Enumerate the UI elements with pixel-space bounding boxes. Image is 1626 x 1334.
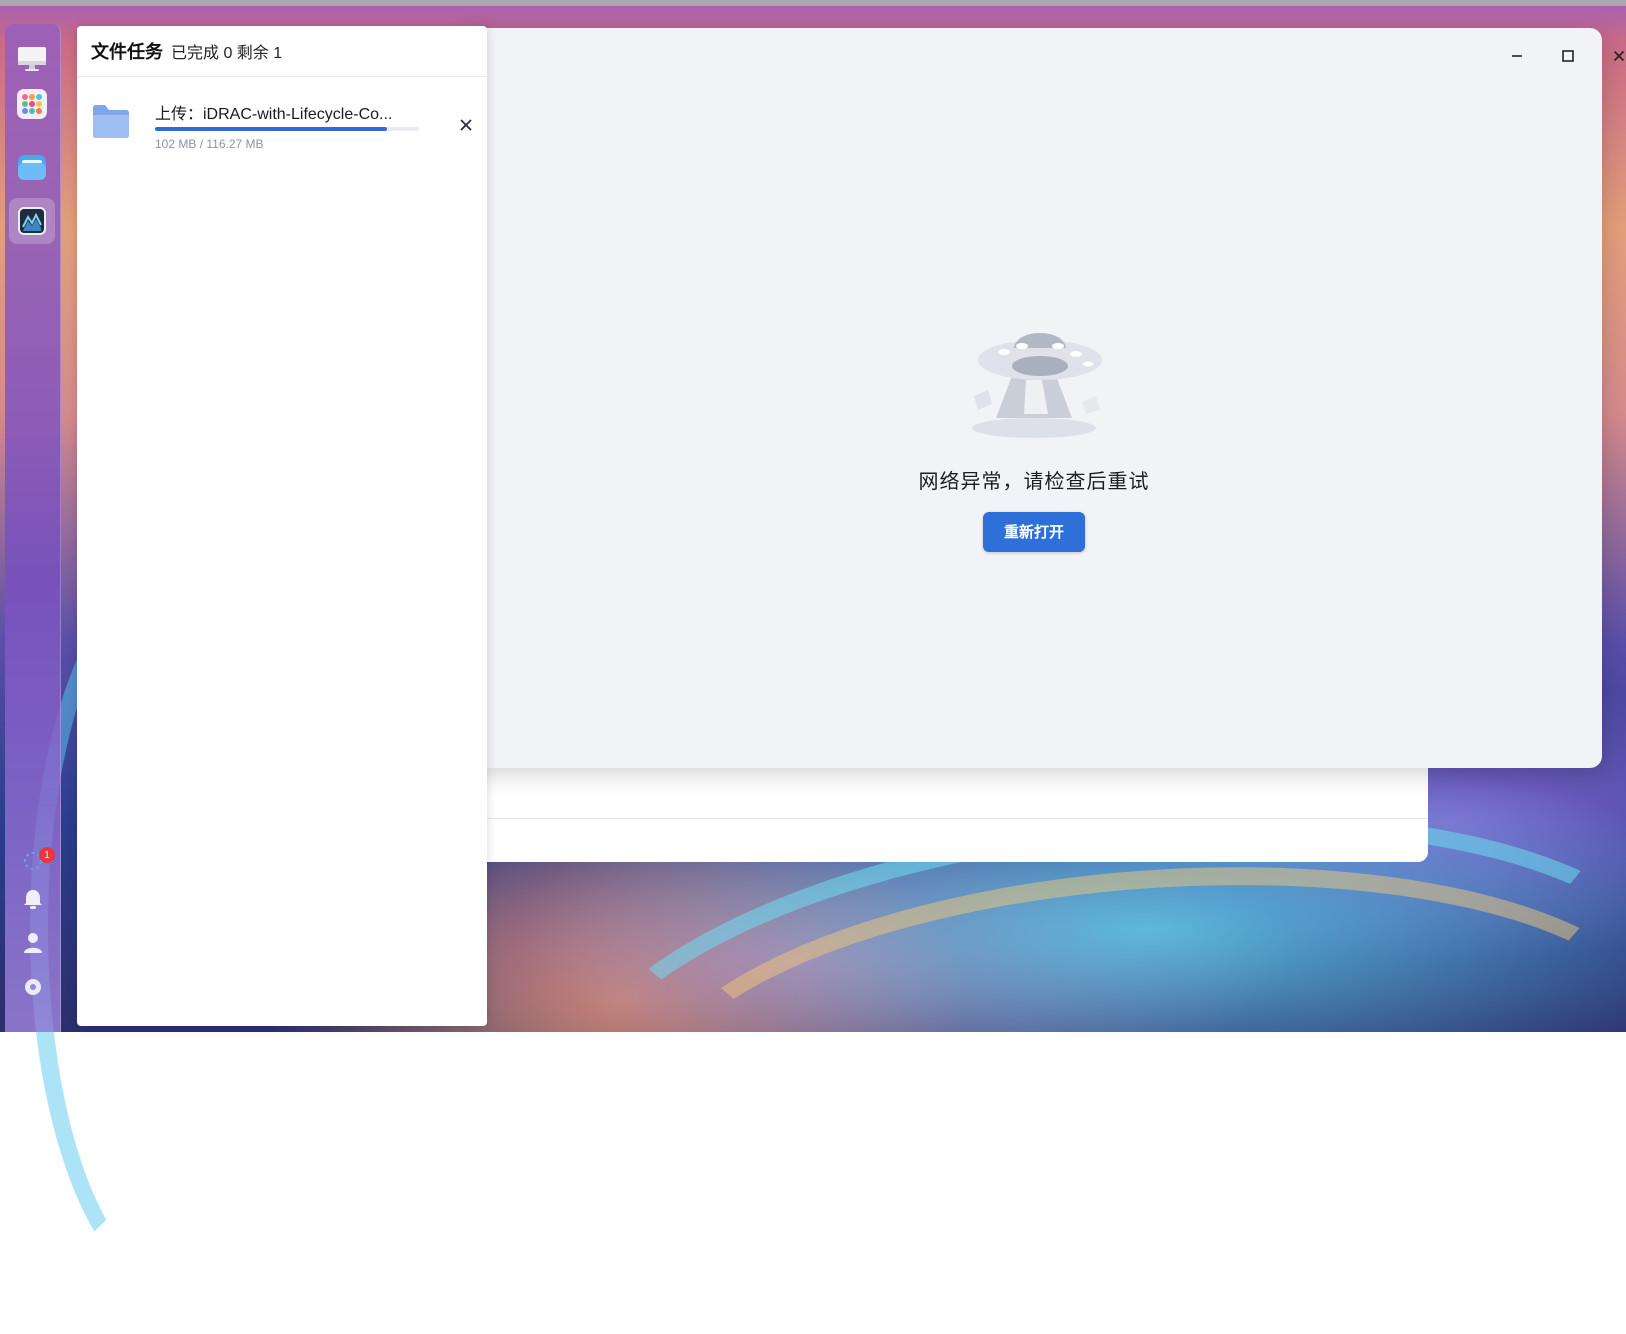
maximize-icon xyxy=(1562,50,1574,62)
reopen-button[interactable]: 重新打开 xyxy=(983,512,1085,552)
resource-monitor-icon xyxy=(18,207,46,235)
close-button[interactable] xyxy=(1605,42,1626,70)
app-window: 网络异常，请检查后重试 重新打开 xyxy=(466,28,1625,768)
close-icon xyxy=(460,119,472,131)
user-icon xyxy=(24,933,42,953)
panel-header: 文件任务 已完成 0 剩余 1 xyxy=(77,26,487,77)
task-name: 上传：iDRAC-with-Lifecycle-Co... xyxy=(155,106,393,123)
dock-item-settings[interactable] xyxy=(22,976,44,998)
dock-item-user[interactable] xyxy=(22,932,44,954)
task-size: 102 MB / 116.27 MB xyxy=(155,137,264,151)
upload-progress-fill xyxy=(155,127,387,131)
task-item: 上传：iDRAC-with-Lifecycle-Co... 102 MB / 1… xyxy=(91,100,472,170)
cancel-task-button[interactable] xyxy=(455,114,477,136)
background-window-card xyxy=(466,760,1428,862)
upload-progress-bar xyxy=(155,127,419,131)
notification-badge: 1 xyxy=(39,847,55,863)
minimize-icon xyxy=(1512,55,1522,57)
dock-item-desktop[interactable] xyxy=(17,44,47,74)
app-launcher-icon xyxy=(22,94,42,114)
error-message: 网络异常，请检查后重试 xyxy=(918,471,1150,493)
dock-item-notifications[interactable] xyxy=(22,888,44,910)
panel-title: 文件任务 xyxy=(91,42,163,62)
dock-item-app-launcher[interactable] xyxy=(17,89,47,119)
card-divider xyxy=(466,818,1428,819)
settings-icon xyxy=(25,979,41,995)
desktop-top-edge xyxy=(0,0,1626,6)
dock-item-resource-monitor[interactable] xyxy=(9,198,55,244)
folder-icon xyxy=(93,105,129,138)
dock-item-file-manager[interactable] xyxy=(17,152,47,182)
file-manager-icon xyxy=(18,155,46,180)
desktop-icon xyxy=(18,47,46,71)
error-state: 网络异常，请检查后重试 重新打开 xyxy=(466,318,1602,552)
dock: 1 xyxy=(5,24,61,1032)
task-count-status: 已完成 0 剩余 1 xyxy=(171,45,283,62)
file-task-panel: 文件任务 已完成 0 剩余 1 上传：iDRAC-with-Lifecycle-… xyxy=(77,26,487,1026)
bell-icon xyxy=(24,890,42,909)
minimize-button[interactable] xyxy=(1503,42,1531,70)
close-icon xyxy=(1613,50,1625,62)
maximize-button[interactable] xyxy=(1554,42,1582,70)
ufo-icon xyxy=(972,333,1102,438)
